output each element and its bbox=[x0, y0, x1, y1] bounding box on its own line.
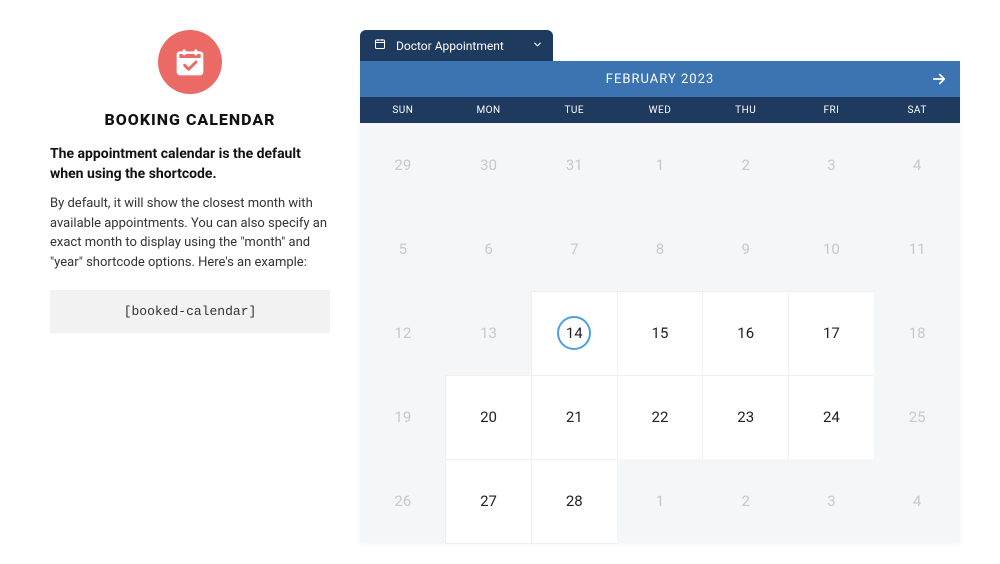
chevron-down-icon bbox=[532, 39, 543, 53]
calendar-day-cell: 11 bbox=[874, 207, 960, 291]
calendar-day-cell: 26 bbox=[360, 459, 446, 543]
day-number: 13 bbox=[480, 324, 497, 342]
day-number: 18 bbox=[909, 324, 926, 342]
day-number: 28 bbox=[566, 492, 583, 510]
calendar-day-cell: 13 bbox=[446, 291, 532, 375]
day-number: 1 bbox=[656, 492, 664, 510]
calendar-day-cell: 29 bbox=[360, 123, 446, 207]
day-number: 30 bbox=[480, 156, 497, 174]
calendar-day-cell[interactable]: 28 bbox=[531, 459, 618, 544]
day-number: 12 bbox=[394, 324, 411, 342]
day-number: 26 bbox=[394, 492, 411, 510]
calendar-day-cell[interactable]: 17 bbox=[788, 291, 875, 376]
calendar-day-cell: 2 bbox=[703, 123, 789, 207]
day-number: 21 bbox=[566, 408, 583, 426]
panel-description: By default, it will show the closest mon… bbox=[50, 194, 330, 272]
calendar-day-cell: 5 bbox=[360, 207, 446, 291]
day-number: 6 bbox=[484, 240, 492, 258]
day-number: 11 bbox=[909, 240, 926, 258]
shortcode-example: [booked-calendar] bbox=[50, 290, 330, 333]
calendar-day-cell: 7 bbox=[531, 207, 617, 291]
calendar-day-cell: 1 bbox=[617, 123, 703, 207]
next-month-button[interactable] bbox=[930, 70, 948, 88]
calendar-grid: 2930311234567891011121314151617181920212… bbox=[360, 123, 960, 543]
day-number: 14 bbox=[557, 316, 591, 350]
weekday-header: WED bbox=[617, 97, 703, 123]
calendar-day-cell: 4 bbox=[874, 123, 960, 207]
day-number: 8 bbox=[656, 240, 664, 258]
calendar-day-cell: 12 bbox=[360, 291, 446, 375]
calendar-day-cell[interactable]: 21 bbox=[531, 375, 618, 460]
day-number: 1 bbox=[656, 156, 664, 174]
calendar-day-cell: 10 bbox=[789, 207, 875, 291]
calendar-day-cell[interactable]: 15 bbox=[617, 291, 704, 376]
calendar-day-cell[interactable]: 14 bbox=[531, 291, 618, 376]
day-number: 3 bbox=[827, 492, 835, 510]
tab-label: Doctor Appointment bbox=[396, 39, 504, 53]
weekday-header: TUE bbox=[531, 97, 617, 123]
day-number: 9 bbox=[741, 240, 749, 258]
day-number: 10 bbox=[823, 240, 840, 258]
day-number: 17 bbox=[823, 324, 840, 342]
calendar-check-icon bbox=[158, 30, 222, 94]
calendar-panel: Doctor Appointment FEBRUARY 2023 SUN MON… bbox=[360, 30, 960, 543]
weekday-header: FRI bbox=[789, 97, 875, 123]
day-number: 24 bbox=[823, 408, 840, 426]
calendar-widget: FEBRUARY 2023 SUN MON TUE WED THU FRI SA… bbox=[360, 61, 960, 543]
calendar-day-cell: 19 bbox=[360, 375, 446, 459]
calendar-day-cell: 4 bbox=[874, 459, 960, 543]
calendar-day-cell[interactable]: 24 bbox=[788, 375, 875, 460]
day-number: 16 bbox=[737, 324, 754, 342]
calendar-tab-bar: Doctor Appointment bbox=[360, 30, 960, 61]
weekday-header: THU bbox=[703, 97, 789, 123]
calendar-day-cell: 25 bbox=[874, 375, 960, 459]
day-number: 22 bbox=[652, 408, 669, 426]
calendar-day-cell: 31 bbox=[531, 123, 617, 207]
calendar-icon bbox=[374, 38, 386, 53]
panel-title: BOOKING CALENDAR bbox=[104, 110, 275, 129]
weekday-header-row: SUN MON TUE WED THU FRI SAT bbox=[360, 97, 960, 123]
calendar-day-cell: 9 bbox=[703, 207, 789, 291]
day-number: 5 bbox=[399, 240, 407, 258]
day-number: 7 bbox=[570, 240, 578, 258]
calendar-day-cell: 3 bbox=[789, 459, 875, 543]
calendar-day-cell[interactable]: 27 bbox=[445, 459, 532, 544]
calendar-day-cell: 30 bbox=[446, 123, 532, 207]
day-number: 15 bbox=[652, 324, 669, 342]
day-number: 29 bbox=[394, 156, 411, 174]
calendar-day-cell: 18 bbox=[874, 291, 960, 375]
day-number: 31 bbox=[566, 156, 583, 174]
calendar-day-cell[interactable]: 20 bbox=[445, 375, 532, 460]
calendar-day-cell: 1 bbox=[617, 459, 703, 543]
weekday-header: SUN bbox=[360, 97, 446, 123]
weekday-header: SAT bbox=[874, 97, 960, 123]
month-label: FEBRUARY 2023 bbox=[606, 72, 714, 87]
calendar-day-cell: 6 bbox=[446, 207, 532, 291]
weekday-header: MON bbox=[446, 97, 532, 123]
day-number: 3 bbox=[827, 156, 835, 174]
calendar-day-cell[interactable]: 16 bbox=[702, 291, 789, 376]
calendar-day-cell[interactable]: 23 bbox=[702, 375, 789, 460]
panel-subtitle: The appointment calendar is the default … bbox=[50, 145, 330, 184]
day-number: 23 bbox=[737, 408, 754, 426]
calendar-month-header: FEBRUARY 2023 bbox=[360, 61, 960, 97]
day-number: 27 bbox=[480, 492, 497, 510]
calendar-day-cell: 2 bbox=[703, 459, 789, 543]
day-number: 20 bbox=[480, 408, 497, 426]
calendar-day-cell[interactable]: 22 bbox=[617, 375, 704, 460]
calendar-day-cell: 3 bbox=[789, 123, 875, 207]
day-number: 2 bbox=[741, 156, 749, 174]
day-number: 25 bbox=[909, 408, 926, 426]
day-number: 4 bbox=[913, 156, 921, 174]
day-number: 4 bbox=[913, 492, 921, 510]
day-number: 2 bbox=[741, 492, 749, 510]
calendar-selector-tab[interactable]: Doctor Appointment bbox=[360, 30, 553, 61]
calendar-day-cell: 8 bbox=[617, 207, 703, 291]
day-number: 19 bbox=[394, 408, 411, 426]
info-panel: BOOKING CALENDAR The appointment calenda… bbox=[50, 30, 330, 543]
